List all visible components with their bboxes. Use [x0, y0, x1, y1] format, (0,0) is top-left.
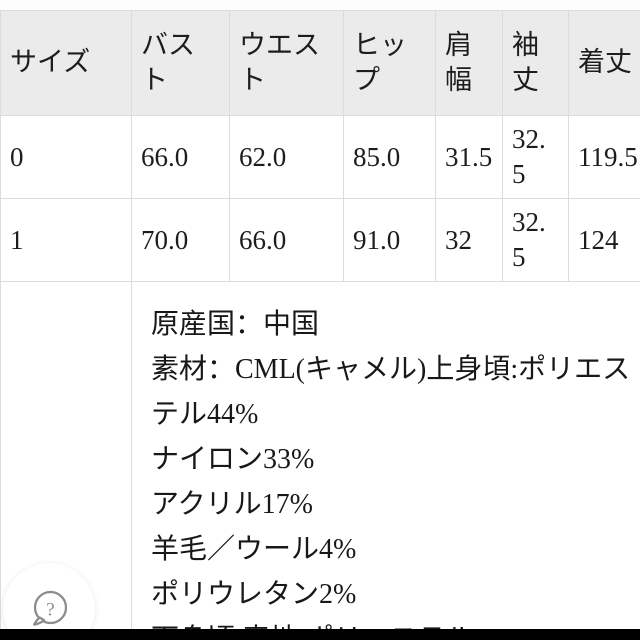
cell-sleeve: 32.5: [502, 114, 569, 200]
description-line: ポリウレタン2%: [151, 579, 357, 611]
cell-shoulder: 32: [435, 198, 503, 283]
description-line: アクリル17%: [151, 489, 313, 521]
table-row: 0 66.0 62.0 85.0 31.5 32.5 119.5: [0, 114, 640, 200]
column-header-length: 着丈: [568, 10, 640, 116]
cell-size: 1: [0, 198, 132, 283]
description-line: 羊毛／ウール4%: [151, 534, 357, 566]
system-bottom-bar: [0, 629, 640, 640]
cell-shoulder: 31.5: [435, 114, 503, 200]
description-line: ナイロン33%: [151, 444, 315, 476]
column-header-sleeve: 袖丈: [502, 10, 569, 116]
description-line: 素材：CML(キャメル)上身頃:ポリエス: [151, 354, 631, 386]
column-header-hip: ヒップ: [343, 10, 436, 116]
product-detail-page: サイズ バスト ウエスト ヒップ 肩幅 袖丈 着丈 0 66.0 62.0 85…: [0, 0, 640, 640]
cell-hip: 91.0: [343, 198, 436, 283]
description-line: 原産国：中国: [151, 309, 320, 341]
question-chat-icon: ?: [26, 586, 72, 632]
help-button-label: ?: [46, 600, 54, 621]
description-cell: 原産国：中国 素材：CML(キャメル)上身頃:ポリエス テル44% ナイロン33…: [131, 281, 640, 640]
cell-bust: 70.0: [131, 198, 230, 283]
cell-waist: 62.0: [229, 114, 344, 200]
cell-length: 124: [568, 198, 640, 283]
description-line: テル44%: [151, 399, 259, 431]
table-row: 1 70.0 66.0 91.0 32 32.5 124: [0, 198, 640, 283]
description-row: 原産国：中国 素材：CML(キャメル)上身頃:ポリエス テル44% ナイロン33…: [0, 281, 640, 640]
cell-bust: 66.0: [131, 114, 230, 200]
cell-hip: 85.0: [343, 114, 436, 200]
cell-length: 119.5: [568, 114, 640, 200]
column-header-size: サイズ: [0, 10, 132, 116]
cell-size: 0: [0, 114, 132, 200]
material-description: 原産国：中国 素材：CML(キャメル)上身頃:ポリエス テル44% ナイロン33…: [141, 288, 640, 640]
column-header-bust: バスト: [131, 10, 230, 116]
size-chart-table: サイズ バスト ウエスト ヒップ 肩幅 袖丈 着丈 0 66.0 62.0 85…: [0, 10, 640, 640]
column-header-shoulder: 肩幅: [435, 10, 503, 116]
cell-sleeve: 32.5: [502, 198, 569, 283]
column-header-waist: ウエスト: [229, 10, 344, 116]
cell-waist: 66.0: [229, 198, 344, 283]
table-header-row: サイズ バスト ウエスト ヒップ 肩幅 袖丈 着丈: [0, 10, 640, 116]
